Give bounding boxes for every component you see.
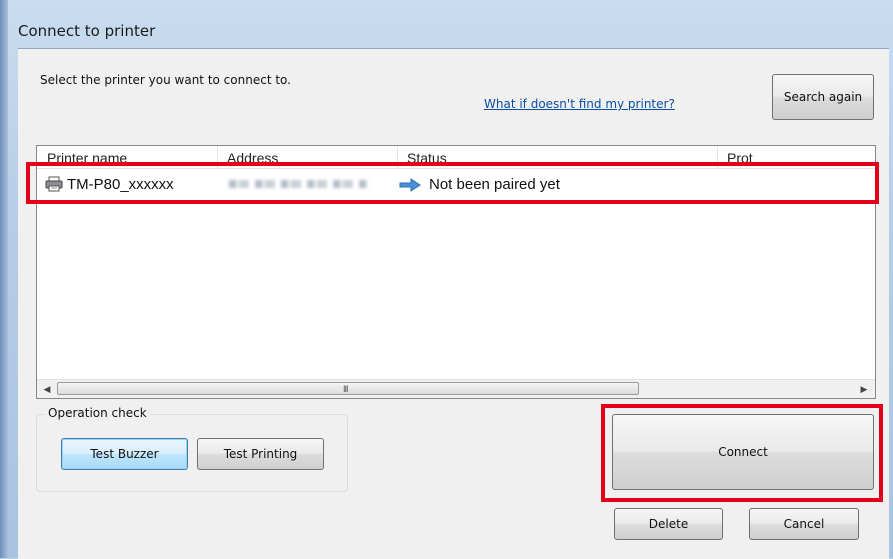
scroll-right-icon[interactable]: ▶: [857, 382, 871, 396]
printer-list[interactable]: Printer name Address Status Prot TM-P80_…: [36, 145, 876, 399]
printer-icon: [45, 176, 63, 192]
column-protocol[interactable]: Prot: [727, 150, 753, 166]
column-status[interactable]: Status: [407, 150, 447, 166]
connect-button[interactable]: Connect: [612, 414, 874, 490]
operation-check-label: Operation check: [45, 406, 150, 420]
delete-button[interactable]: Delete: [614, 508, 723, 540]
address-cell-redacted: [229, 180, 367, 188]
column-printer-name[interactable]: Printer name: [47, 150, 127, 166]
column-address[interactable]: Address: [227, 150, 278, 166]
scroll-left-icon[interactable]: ◀: [40, 382, 54, 396]
printer-name-cell: TM-P80_xxxxxx: [67, 176, 174, 193]
test-printing-button[interactable]: Test Printing: [197, 438, 324, 470]
column-separator[interactable]: [397, 146, 398, 168]
printer-row[interactable]: TM-P80_xxxxxx Not been paired yet: [37, 171, 875, 197]
scroll-grip: III: [343, 384, 348, 394]
scroll-thumb[interactable]: III: [57, 382, 639, 395]
test-buzzer-button[interactable]: Test Buzzer: [61, 438, 188, 470]
help-link[interactable]: What if doesn't find my printer?: [484, 97, 675, 111]
horizontal-scrollbar[interactable]: ◀ III ▶: [37, 379, 875, 398]
arrow-right-icon: [399, 178, 421, 192]
cancel-button[interactable]: Cancel: [749, 508, 859, 540]
search-again-button[interactable]: Search again: [772, 74, 874, 120]
window-title: Connect to printer: [18, 22, 156, 40]
list-header: Printer name Address Status Prot: [37, 146, 875, 169]
status-cell: Not been paired yet: [429, 176, 560, 193]
window-left-edge: [0, 0, 8, 558]
column-separator[interactable]: [717, 146, 718, 168]
instruction-text: Select the printer you want to connect t…: [40, 73, 291, 87]
column-separator[interactable]: [217, 146, 218, 168]
